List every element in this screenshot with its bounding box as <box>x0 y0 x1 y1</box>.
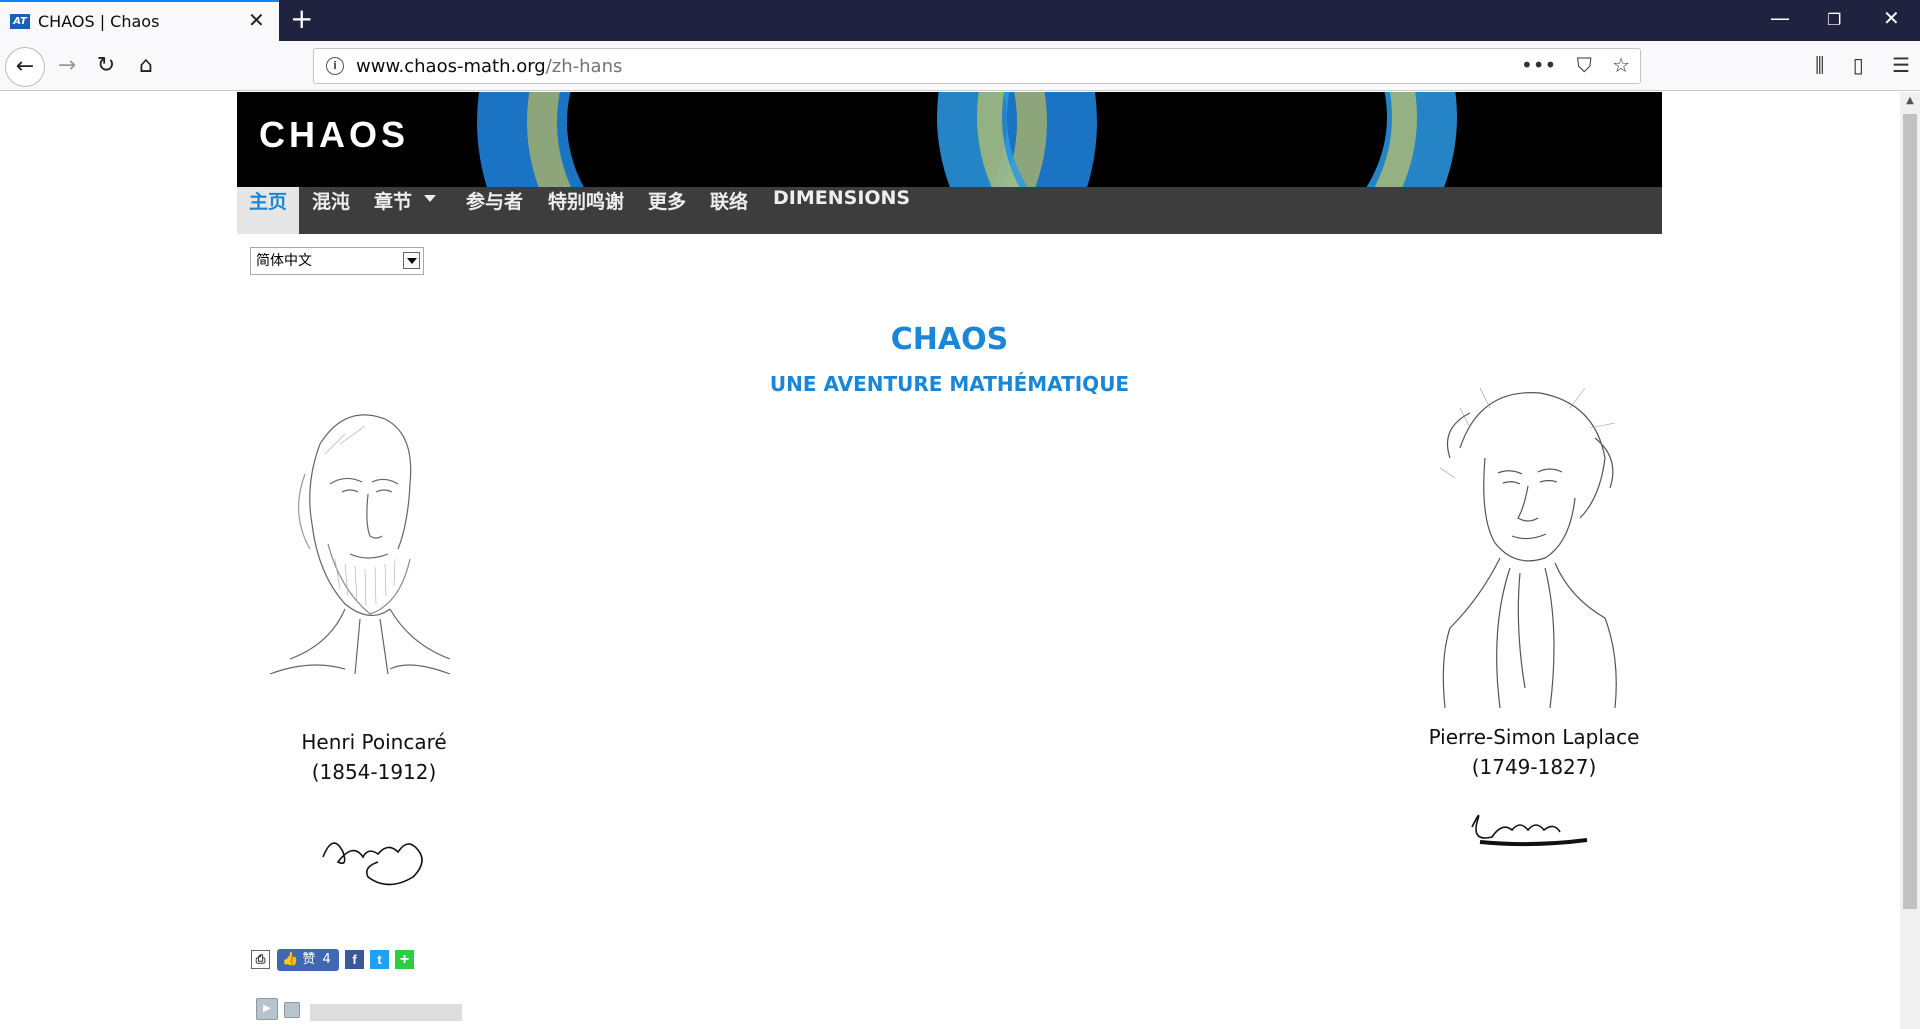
plus-icon[interactable]: + <box>290 5 313 33</box>
site-favicon-icon: AT <box>10 14 30 29</box>
info-icon[interactable]: i <box>326 57 344 75</box>
laplace-portrait <box>1420 368 1648 713</box>
menu-item-participants[interactable]: 参与者 <box>466 187 523 234</box>
site-logo[interactable]: CHAOS <box>259 114 409 156</box>
laplace-name: Pierre-Simon Laplace <box>1428 725 1640 749</box>
poincare-caption: Henri Poincaré (1854-1912) <box>250 727 498 787</box>
laplace-years: (1749-1827) <box>1471 755 1597 779</box>
menu-item-chapters[interactable]: 章节 <box>374 187 437 234</box>
menu-item-dimensions[interactable]: DIMENSIONS <box>773 187 910 234</box>
menu-item-acknowledgements[interactable]: 特别鸣谢 <box>548 187 624 234</box>
page-content: CHAOS 主页 混沌 章节 参与者 特别鸣谢 更多 联络 DIMENSIONS… <box>0 92 1900 1029</box>
star-icon[interactable]: ☆ <box>1612 53 1630 77</box>
facebook-icon[interactable]: f <box>345 950 364 969</box>
library-icon[interactable]: ⫼ <box>1815 53 1824 77</box>
more-dots-icon[interactable]: ••• <box>1521 53 1556 77</box>
share-plus-icon[interactable]: + <box>395 950 414 969</box>
sidebar-icon[interactable]: ▯ <box>1853 53 1864 77</box>
print-icon[interactable]: ⎙ <box>251 950 270 969</box>
url-text[interactable]: www.chaos-math.org/zh-hans <box>356 56 622 77</box>
page-scrollbar[interactable]: ▲ <box>1900 92 1920 1029</box>
menu-item-more[interactable]: 更多 <box>648 187 686 234</box>
menu-item-home[interactable]: 主页 <box>237 187 300 234</box>
audio-progress-bar[interactable] <box>310 1004 462 1021</box>
close-icon[interactable]: ✕ <box>248 10 265 30</box>
pocket-icon[interactable]: ⛉ <box>1577 53 1592 77</box>
menu-item-contact[interactable]: 联络 <box>710 187 748 234</box>
dropdown-caret-icon <box>424 195 437 202</box>
chevron-down-icon[interactable] <box>403 252 420 269</box>
menu-item-chaos[interactable]: 混沌 <box>312 187 350 234</box>
tab-title: CHAOS | Chaos <box>38 12 160 31</box>
scroll-up-icon[interactable]: ▲ <box>1900 92 1920 110</box>
reload-icon[interactable]: ↻ <box>89 49 123 83</box>
laplace-signature <box>1462 802 1592 856</box>
poincare-signature <box>318 822 438 896</box>
restore-icon[interactable]: ❐ <box>1827 10 1841 30</box>
play-icon[interactable]: ▶ <box>256 998 278 1020</box>
tab-strip: AT CHAOS | Chaos ✕ + — ❐ ✕ <box>0 0 1920 41</box>
poincare-portrait <box>250 374 498 719</box>
poincare-name: Henri Poincaré <box>301 730 447 754</box>
like-button[interactable]: 👍 赞 4 <box>277 949 339 971</box>
forward-arrow-icon[interactable]: → <box>50 49 84 83</box>
active-tab[interactable]: AT CHAOS | Chaos ✕ <box>0 0 279 41</box>
page-title: CHAOS <box>890 322 1009 357</box>
back-arrow-icon[interactable]: ← <box>5 47 45 87</box>
twitter-icon[interactable]: t <box>370 950 389 969</box>
navigation-toolbar: ← → ↻ ⌂ i www.chaos-math.org/zh-hans •••… <box>0 41 1920 91</box>
window-close-icon[interactable]: ✕ <box>1883 8 1900 28</box>
language-select[interactable]: 简体中文 <box>250 247 424 275</box>
laplace-caption: Pierre-Simon Laplace (1749-1827) <box>1404 722 1664 782</box>
stop-icon[interactable] <box>284 1002 300 1018</box>
poincare-years: (1854-1912) <box>311 760 437 784</box>
scroll-thumb[interactable] <box>1903 114 1917 909</box>
home-icon[interactable]: ⌂ <box>129 49 163 83</box>
main-menu: 主页 混沌 章节 参与者 特别鸣谢 更多 联络 DIMENSIONS <box>237 187 1662 234</box>
minimize-icon[interactable]: — <box>1770 8 1790 28</box>
address-bar[interactable]: i www.chaos-math.org/zh-hans ••• ⛉ ☆ <box>313 48 1641 84</box>
thumbs-up-icon: 👍 <box>282 952 299 967</box>
site-banner[interactable]: CHAOS <box>237 92 1662 187</box>
hamburger-icon[interactable]: ☰ <box>1892 53 1910 77</box>
